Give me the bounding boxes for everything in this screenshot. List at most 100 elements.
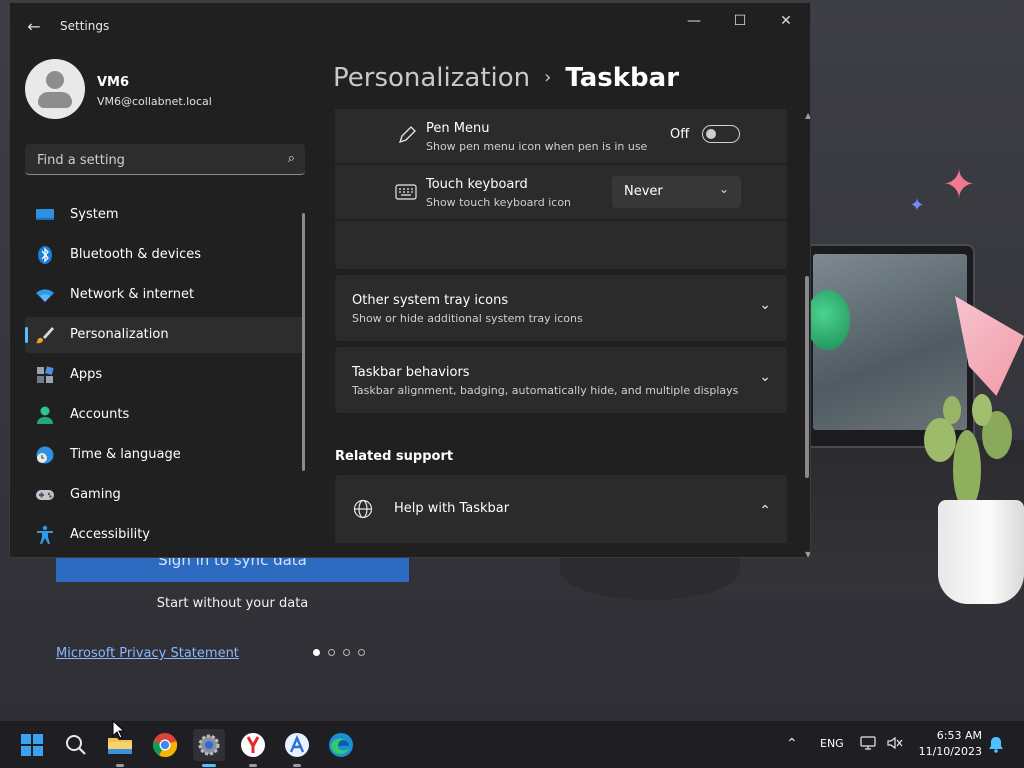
monitor-icon	[36, 209, 54, 220]
sidebar-item-apps[interactable]: Apps	[25, 357, 305, 393]
start-without-data-link[interactable]: Start without your data	[56, 596, 409, 611]
title-bar: ← Settings — ☐ ✕	[10, 3, 810, 49]
touch-keyboard-dropdown[interactable]: Never ⌄	[612, 176, 741, 208]
privacy-statement-link[interactable]: Microsoft Privacy Statement	[56, 646, 239, 661]
wifi-icon	[36, 289, 54, 302]
sidebar-item-system[interactable]: System	[25, 197, 305, 233]
sidebar-item-accounts[interactable]: Accounts	[25, 397, 305, 433]
minimize-button[interactable]: —	[674, 11, 714, 31]
edge-icon	[329, 733, 353, 757]
content-scrollbar[interactable]: ▲ ▼	[805, 111, 810, 557]
globe-clock-icon	[36, 446, 54, 464]
sidebar-item-label: Bluetooth & devices	[70, 247, 201, 262]
scroll-thumb[interactable]	[805, 276, 809, 478]
page-dot[interactable]	[343, 649, 350, 656]
bluetooth-icon	[38, 246, 52, 264]
chrome-icon	[152, 733, 178, 758]
start-icon	[21, 734, 43, 756]
sidebar-item-label: Network & internet	[70, 287, 195, 302]
pen-menu-toggle[interactable]	[702, 125, 740, 143]
profile-email: VM6@collabnet.local	[97, 95, 212, 108]
mouse-cursor-icon	[112, 720, 124, 739]
chevron-down-icon[interactable]: ⌄	[759, 297, 771, 313]
avatar	[25, 59, 85, 119]
system-clock[interactable]: 6:53 AM 11/10/2023	[916, 728, 982, 760]
other-tray-icons-title: Other system tray icons	[352, 293, 509, 308]
taskbar-chrome[interactable]	[149, 729, 181, 761]
sidebar-item-gaming[interactable]: Gaming	[25, 477, 305, 513]
pen-menu-description: Show pen menu icon when pen is in use	[426, 140, 648, 153]
maximize-button[interactable]: ☐	[720, 11, 760, 31]
chevron-down-icon: ⌄	[718, 182, 729, 196]
page-dot[interactable]	[313, 649, 320, 656]
help-with-taskbar-title: Help with Taskbar	[394, 501, 510, 516]
page-dot[interactable]	[328, 649, 335, 656]
taskbar-edge[interactable]	[325, 729, 357, 761]
taskbar-behaviors-title: Taskbar behaviors	[352, 365, 470, 380]
person-icon	[37, 406, 53, 424]
taskbar-search-button[interactable]	[60, 729, 92, 761]
sidebar-item-label: Apps	[70, 367, 103, 382]
page-indicator-dots	[313, 649, 365, 656]
network-icon[interactable]	[860, 735, 878, 751]
touch-keyboard-title: Touch keyboard	[426, 177, 528, 192]
taskbar-app-installer[interactable]	[281, 729, 313, 767]
taskbar: ⌃ ENG 6:53 AM 11/10/2023	[0, 720, 1024, 768]
sparkle-icon: ✦	[942, 162, 976, 208]
input-language-indicator[interactable]: ENG	[820, 737, 844, 750]
sidebar-scrollbar[interactable]	[302, 213, 305, 471]
sparkle-small-icon: ✦	[909, 195, 925, 216]
breadcrumb-separator: ›	[544, 67, 552, 88]
profile-name: VM6	[97, 75, 130, 90]
notification-bell-icon[interactable]	[988, 735, 1004, 753]
sidebar-item-network[interactable]: Network & internet	[25, 277, 305, 313]
breadcrumb-parent[interactable]: Personalization	[333, 63, 530, 93]
sidebar-nav: System Bluetooth & devices Network & int…	[25, 197, 305, 557]
sidebar-item-accessibility[interactable]: Accessibility	[25, 517, 305, 553]
taskbar-behaviors-card[interactable]: Taskbar behaviors Taskbar alignment, bad…	[335, 347, 787, 413]
page-dot[interactable]	[358, 649, 365, 656]
other-tray-icons-card[interactable]: Other system tray icons Show or hide add…	[335, 275, 787, 341]
pen-menu-toggle-state: Off	[670, 127, 690, 142]
clock-date: 11/10/2023	[918, 745, 982, 758]
help-with-taskbar-card[interactable]: Help with Taskbar ⌃	[335, 475, 787, 543]
search-input[interactable]	[35, 150, 269, 170]
yandex-icon	[241, 733, 265, 757]
other-tray-icons-description: Show or hide additional system tray icon…	[352, 312, 583, 325]
apps-icon	[37, 366, 54, 383]
speaker-muted-icon[interactable]	[886, 735, 904, 751]
show-hidden-icons-chevron-up-icon[interactable]: ⌃	[786, 736, 798, 752]
start-button[interactable]	[16, 729, 48, 761]
search-icon	[66, 735, 86, 755]
scroll-down-icon[interactable]: ▼	[805, 550, 810, 557]
chevron-up-icon[interactable]: ⌃	[759, 503, 771, 519]
keyboard-icon	[395, 184, 417, 200]
sidebar-item-label: Accessibility	[70, 527, 150, 542]
back-arrow-icon[interactable]: ←	[24, 17, 44, 37]
pen-icon	[398, 126, 416, 144]
search-icon[interactable]: ⌕	[288, 151, 295, 166]
sidebar-item-personalization[interactable]: Personalization	[25, 317, 305, 353]
sidebar-item-label: Gaming	[70, 487, 121, 502]
breadcrumb: Personalization › Taskbar	[333, 63, 679, 93]
sidebar-item-label: Personalization	[70, 327, 169, 342]
chevron-down-icon[interactable]: ⌄	[759, 369, 771, 385]
paintbrush-icon	[36, 327, 54, 344]
sidebar-item-bluetooth[interactable]: Bluetooth & devices	[25, 237, 305, 273]
page-title: Taskbar	[565, 63, 680, 93]
background-pot-image	[938, 500, 1024, 604]
taskbar-settings[interactable]	[193, 729, 225, 767]
sidebar-item-time-language[interactable]: Time & language	[25, 437, 305, 473]
taskbar-yandex[interactable]	[237, 729, 269, 767]
sidebar-item-label: System	[70, 207, 119, 222]
close-button[interactable]: ✕	[766, 11, 806, 31]
search-box[interactable]: ⌕	[25, 144, 305, 175]
related-support-heading: Related support	[335, 449, 454, 464]
clock-time: 6:53 AM	[936, 729, 982, 742]
gamepad-icon	[36, 490, 54, 500]
scroll-up-icon[interactable]: ▲	[805, 111, 810, 120]
touch-keyboard-value: Never	[624, 184, 663, 199]
taskbar-corner-icons-card: Pen Menu Show pen menu icon when pen is …	[335, 109, 787, 269]
taskbar-behaviors-description: Taskbar alignment, badging, automaticall…	[352, 384, 739, 397]
pen-menu-title: Pen Menu	[426, 121, 490, 136]
